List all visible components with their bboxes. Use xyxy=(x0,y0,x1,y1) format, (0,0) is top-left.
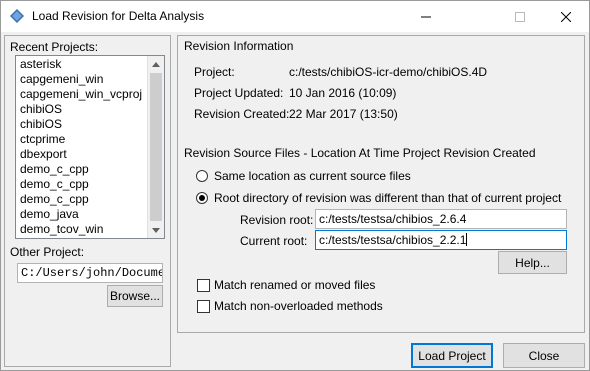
scroll-up-button[interactable] xyxy=(148,56,164,72)
revision-root-label: Revision root: xyxy=(240,213,314,227)
root-different-label[interactable]: Root directory of revision was different… xyxy=(214,191,561,205)
help-button[interactable]: Help... xyxy=(498,251,567,274)
root-different-radio[interactable] xyxy=(196,192,208,204)
project-value: c:/tests/chibiOS-icr-demo/chibiOS.4D xyxy=(289,65,488,79)
text-caret xyxy=(466,233,468,246)
browse-button[interactable]: Browse... xyxy=(107,285,163,307)
load-project-button[interactable]: Load Project xyxy=(411,343,493,368)
chevron-down-icon xyxy=(152,227,160,233)
current-root-input[interactable]: c:/tests/testsa/chibios_2.2.1 xyxy=(315,230,567,250)
minimize-icon xyxy=(421,16,431,17)
maximize-icon xyxy=(515,11,525,22)
list-item[interactable]: chibiOS xyxy=(16,117,147,132)
chevron-up-icon xyxy=(152,61,160,67)
list-scrollbar[interactable] xyxy=(147,56,164,238)
revision-info-heading: Revision Information xyxy=(184,39,294,53)
list-item[interactable]: ctcprime xyxy=(16,132,147,147)
same-location-label[interactable]: Same location as current source files xyxy=(214,169,411,183)
window-title: Load Revision for Delta Analysis xyxy=(32,9,205,23)
source-files-heading: Revision Source Files - Location At Time… xyxy=(184,146,536,160)
radio-selected-dot xyxy=(199,195,205,201)
list-item[interactable]: demo_c_cpp xyxy=(16,177,147,192)
maximize-button[interactable] xyxy=(497,1,543,32)
list-item[interactable]: dbexport xyxy=(16,147,147,162)
match-non-overloaded-checkbox[interactable] xyxy=(197,300,210,313)
list-item[interactable]: chibiOS xyxy=(16,102,147,117)
match-renamed-label[interactable]: Match renamed or moved files xyxy=(214,278,375,292)
dialog-window: Load Revision for Delta Analysis Recent … xyxy=(0,0,590,371)
current-root-value: c:/tests/testsa/chibios_2.2.1 xyxy=(319,233,467,247)
same-location-radio[interactable] xyxy=(196,170,208,182)
revision-created-value: 22 Mar 2017 (13:50) xyxy=(289,107,398,121)
minimize-button[interactable] xyxy=(403,1,449,32)
list-item[interactable]: asterisk xyxy=(16,57,147,72)
close-window-button[interactable] xyxy=(543,1,589,32)
close-button[interactable]: Close xyxy=(503,343,585,368)
match-renamed-checkbox[interactable] xyxy=(197,279,210,292)
title-bar: Load Revision for Delta Analysis xyxy=(1,1,589,32)
list-item[interactable]: demo_c_cpp xyxy=(16,162,147,177)
project-updated-label: Project Updated: xyxy=(194,86,284,100)
list-item[interactable]: demo_c_cpp xyxy=(16,192,147,207)
match-non-overloaded-label[interactable]: Match non-overloaded methods xyxy=(214,299,383,313)
diamond-app-icon xyxy=(10,9,24,23)
list-item[interactable]: capgemeni_win xyxy=(16,72,147,87)
scroll-thumb[interactable] xyxy=(150,73,162,221)
revision-root-input[interactable]: c:/tests/testsa/chibios_2.6.4 xyxy=(315,209,567,229)
list-item[interactable]: demo_tcov_win xyxy=(16,222,147,237)
recent-projects-label: Recent Projects: xyxy=(10,40,99,54)
project-label: Project: xyxy=(194,65,235,79)
scroll-down-button[interactable] xyxy=(148,222,164,238)
revision-created-label: Revision Created: xyxy=(194,107,290,121)
other-project-input[interactable]: C:/Users/john/Docume xyxy=(17,263,163,283)
list-item[interactable]: demo_java xyxy=(16,207,147,222)
recent-projects-list[interactable]: asterisk capgemeni_win capgemeni_win_vcp… xyxy=(15,55,165,239)
other-project-label: Other Project: xyxy=(10,245,85,259)
project-updated-value: 10 Jan 2016 (10:09) xyxy=(289,86,397,100)
current-root-label: Current root: xyxy=(240,234,308,248)
close-icon xyxy=(561,11,571,22)
list-item[interactable]: capgemeni_win_vcproj xyxy=(16,87,147,102)
